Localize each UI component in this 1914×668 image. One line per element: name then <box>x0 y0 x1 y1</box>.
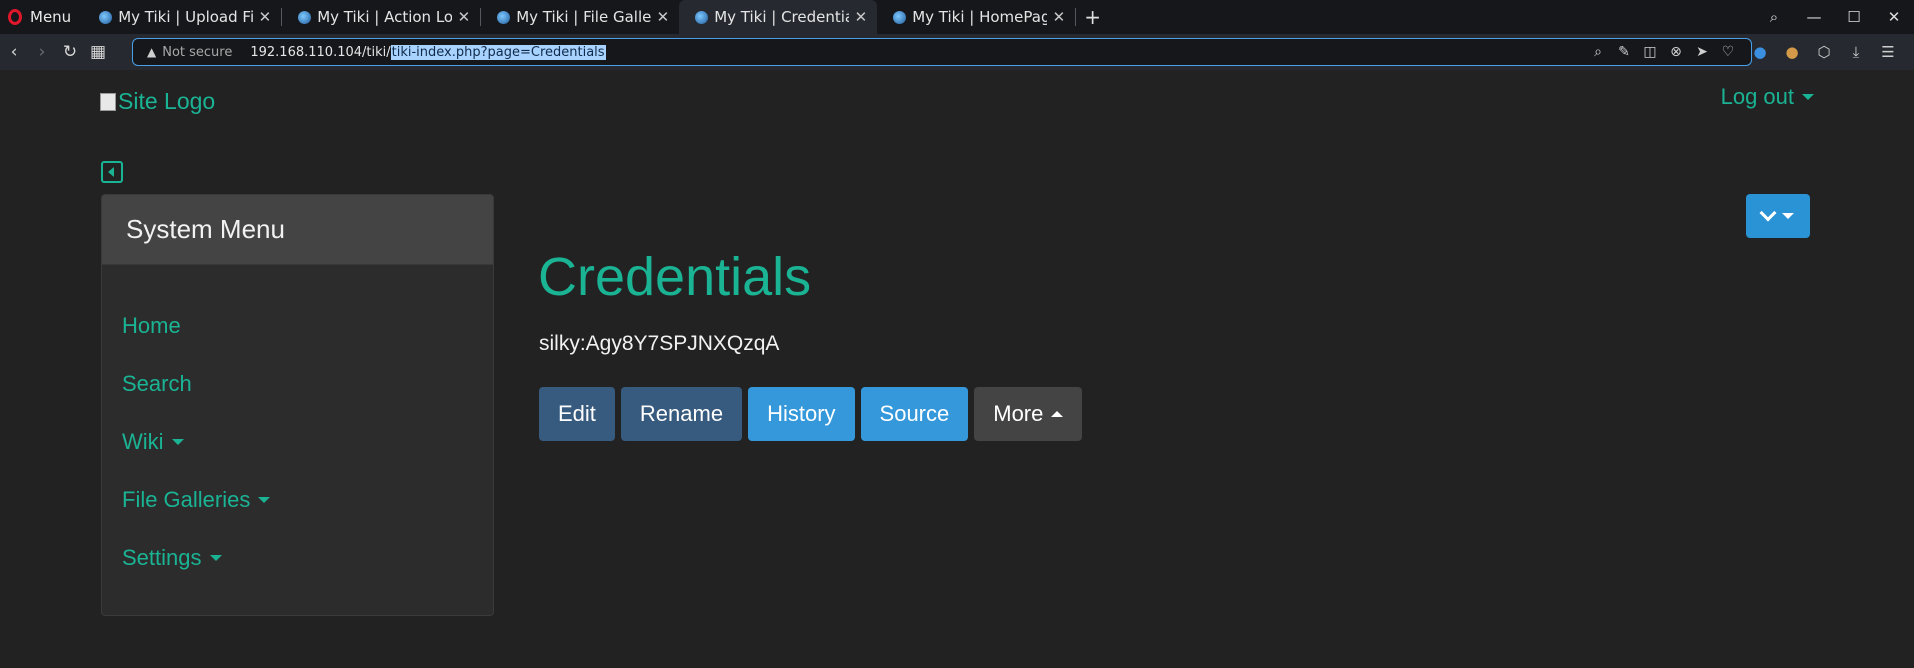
edit-button[interactable]: Edit <box>539 387 615 441</box>
rename-button[interactable]: Rename <box>620 387 743 441</box>
tab-homepage[interactable]: My Tiki | HomePage ✕ <box>877 0 1075 34</box>
forward-icon[interactable]: › <box>28 42 56 62</box>
system-menu-title: System Menu <box>102 195 493 265</box>
menu-item-label: Home <box>122 313 181 338</box>
tab-file-galleries[interactable]: My Tiki | File Galleries ✕ <box>481 0 679 34</box>
caret-down-icon <box>258 497 271 503</box>
tab-action-log[interactable]: My Tiki | Action Log ✕ <box>282 0 480 34</box>
snapshot-icon[interactable]: ◫ <box>1637 44 1663 60</box>
menu-item-search[interactable]: Search <box>102 355 493 413</box>
tiki-favicon-icon <box>298 10 312 24</box>
tab-close-icon[interactable]: ✕ <box>657 8 670 26</box>
maximize-icon[interactable]: ☐ <box>1834 8 1874 26</box>
browser-menu-button[interactable]: Menu <box>0 0 83 34</box>
close-window-icon[interactable]: ✕ <box>1874 8 1914 26</box>
menu-item-label: Settings <box>122 545 202 570</box>
browser-tab-strip: Menu My Tiki | Upload File ✕ My Tiki | A… <box>0 0 1914 34</box>
tiki-favicon-icon <box>695 10 709 24</box>
back-icon[interactable]: ‹ <box>0 42 28 62</box>
page-title: Credentials <box>538 247 812 307</box>
logout-label: Log out <box>1720 84 1794 109</box>
menu-item-wiki[interactable]: Wiki <box>102 413 493 471</box>
caret-up-icon <box>1051 411 1064 417</box>
tiki-favicon-icon <box>497 10 511 24</box>
extension-icon[interactable]: ● <box>1744 43 1776 61</box>
minimize-icon[interactable]: — <box>1794 8 1834 26</box>
easy-setup-icon[interactable]: ☰ <box>1872 43 1904 61</box>
window-controls: ⌕ — ☐ ✕ <box>1754 0 1914 34</box>
page-actions-dropdown[interactable] <box>1746 194 1810 238</box>
collapse-sidebar-icon[interactable] <box>101 161 123 183</box>
caret-down-icon <box>171 439 184 445</box>
url-host: 192.168.110.104/tiki/ <box>250 44 391 60</box>
more-button[interactable]: More <box>974 387 1083 441</box>
page-button-bar: Edit Rename History Source More <box>539 387 1088 441</box>
tab-title: My Tiki | Action Log <box>317 8 452 26</box>
address-bar-tools: ⌕ ✎ ◫ ⊗ ➤ ♡ <box>1585 39 1741 65</box>
browser-toolbar: ‹ › ↻ ▦ ▲ Not secure 192.168.110.104/tik… <box>0 34 1914 70</box>
send-icon[interactable]: ➤ <box>1689 44 1715 60</box>
page-content-text: silky:Agy8Y7SPJNXQzqA <box>539 332 780 355</box>
system-menu-panel: System Menu Home Search Wiki File Galler… <box>101 194 494 616</box>
chevron-down-icon <box>1759 204 1777 222</box>
tiki-page: Site Logo Log out System Menu Home Searc… <box>0 70 1914 668</box>
source-button[interactable]: Source <box>860 387 969 441</box>
edit-icon[interactable]: ✎ <box>1611 44 1637 60</box>
browser-menu-label: Menu <box>30 8 72 26</box>
tab-title: My Tiki | Upload File <box>118 8 253 26</box>
tab-upload-file[interactable]: My Tiki | Upload File ✕ <box>83 0 281 34</box>
tab-close-icon[interactable]: ✕ <box>855 8 868 26</box>
tiki-favicon-icon <box>893 10 907 24</box>
more-button-label: More <box>993 401 1044 426</box>
menu-item-label: File Galleries <box>122 487 251 512</box>
cube-icon[interactable]: ⬡ <box>1808 43 1840 61</box>
zoom-icon[interactable]: ⌕ <box>1585 44 1611 60</box>
block-icon[interactable]: ⊗ <box>1663 44 1689 60</box>
download-icon[interactable]: ⤓ <box>1840 43 1872 61</box>
tab-credentials[interactable]: My Tiki | Credentials ✕ <box>679 0 878 34</box>
tab-close-icon[interactable]: ✕ <box>1053 8 1066 26</box>
caret-down-icon <box>1802 94 1814 100</box>
tab-divider <box>1075 8 1077 26</box>
extension-icons: ● ● ⬡ ⤓ ☰ <box>1744 34 1904 70</box>
menu-item-file-galleries[interactable]: File Galleries <box>102 471 493 529</box>
tab-title: My Tiki | File Galleries <box>516 8 651 26</box>
broken-image-icon <box>100 92 116 111</box>
bookmark-heart-icon[interactable]: ♡ <box>1715 44 1741 60</box>
menu-item-settings[interactable]: Settings <box>102 529 493 587</box>
opera-logo-icon <box>8 9 22 25</box>
site-logo-alt: Site Logo <box>118 88 216 114</box>
tab-search-icon[interactable]: ⌕ <box>1754 8 1794 26</box>
tab-close-icon[interactable]: ✕ <box>458 8 471 26</box>
history-button[interactable]: History <box>748 387 855 441</box>
site-logo[interactable]: Site Logo <box>100 88 215 115</box>
security-label[interactable]: Not secure <box>162 45 232 60</box>
tab-title: My Tiki | HomePage <box>912 8 1047 26</box>
speed-dial-icon[interactable]: ▦ <box>84 42 112 62</box>
menu-item-label: Search <box>122 371 192 396</box>
tab-close-icon[interactable]: ✕ <box>259 8 272 26</box>
url-path-selected: tiki-index.php?page=Credentials <box>390 44 606 60</box>
caret-down-icon <box>209 555 222 561</box>
warning-icon: ▲ <box>147 45 157 59</box>
new-tab-icon[interactable]: + <box>1084 5 1101 29</box>
tiki-favicon-icon <box>99 10 113 24</box>
logout-menu[interactable]: Log out <box>1721 84 1814 110</box>
menu-item-label: Wiki <box>122 429 164 454</box>
address-bar[interactable]: ▲ Not secure 192.168.110.104/tiki/ tiki-… <box>132 38 1752 66</box>
system-menu-list: Home Search Wiki File Galleries Settings <box>102 265 493 587</box>
tab-title: My Tiki | Credentials <box>714 8 848 26</box>
cookie-icon[interactable]: ● <box>1776 43 1808 61</box>
reload-icon[interactable]: ↻ <box>56 42 84 62</box>
menu-item-home[interactable]: Home <box>102 297 493 355</box>
caret-down-icon <box>1782 213 1794 219</box>
